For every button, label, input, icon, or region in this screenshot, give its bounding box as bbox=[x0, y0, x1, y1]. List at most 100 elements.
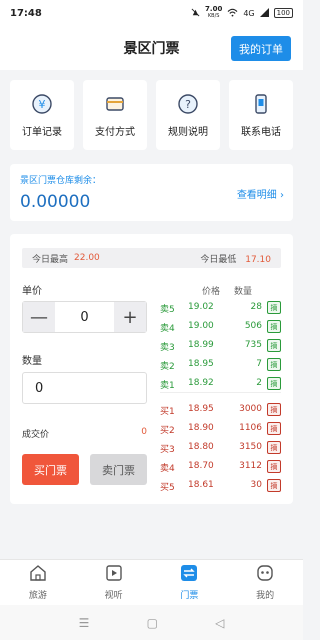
exchange-icon bbox=[180, 564, 198, 585]
view-details-link[interactable]: 查看明细 › bbox=[237, 186, 284, 201]
bid-quantity: 30 bbox=[250, 480, 262, 490]
my-orders-button[interactable]: 我的订单 bbox=[231, 36, 291, 61]
low-value: 17.10 bbox=[245, 254, 271, 265]
deal-price-label: 成交价 bbox=[22, 430, 50, 440]
home-square-icon[interactable]: ▢ bbox=[147, 616, 158, 630]
price-stepper: — 0 + bbox=[22, 301, 147, 333]
bid-quantity: 1106 bbox=[239, 423, 262, 433]
price-label: 单价 bbox=[22, 286, 42, 297]
ask-quantity: 7 bbox=[256, 359, 262, 369]
tab-travel[interactable]: 旅游 bbox=[0, 560, 76, 605]
tab-tickets[interactable]: 门票 bbox=[152, 560, 228, 605]
battery-icon: 100 bbox=[273, 8, 293, 18]
net-speed: 7.00 KB/S bbox=[205, 5, 223, 20]
signal-label: 4G bbox=[243, 8, 255, 18]
ask-label: 卖5 bbox=[160, 305, 175, 315]
low-label: 今日最低 bbox=[200, 254, 237, 265]
low-group: 今日最低 17.10 bbox=[200, 252, 271, 265]
stock-card: 景区门票仓库剩余： 0.00000 查看明细 › bbox=[10, 164, 293, 221]
yen-circle-icon: ¥ bbox=[31, 93, 53, 115]
bid-label: 买3 bbox=[160, 445, 175, 455]
bid-quantity: 3150 bbox=[239, 442, 262, 452]
order-records-button[interactable]: ¥ 订单记录 bbox=[10, 80, 74, 150]
bid-row: 买2 18.90 1106 摘 bbox=[160, 419, 281, 438]
bid-quantity: 3000 bbox=[239, 404, 262, 414]
stock-label: 景区门票仓库剩余： bbox=[20, 176, 102, 186]
pick-button[interactable]: 摘 bbox=[267, 441, 281, 454]
rules-button[interactable]: ? 规则说明 bbox=[156, 80, 220, 150]
contact-phone-button[interactable]: 联系电话 bbox=[229, 80, 293, 150]
bid-label: 买5 bbox=[160, 483, 175, 493]
ask-row: 卖4 19.00 506 摘 bbox=[160, 317, 281, 336]
increase-price-button[interactable]: + bbox=[114, 302, 146, 332]
pick-button[interactable]: 摘 bbox=[267, 339, 281, 352]
phone-icon bbox=[250, 93, 272, 115]
face-icon bbox=[256, 564, 274, 585]
quick-label: 联系电话 bbox=[241, 126, 281, 138]
ask-quantity: 28 bbox=[250, 302, 262, 312]
price-input[interactable]: 0 bbox=[55, 302, 114, 332]
quantity-input[interactable]: 0 bbox=[22, 372, 147, 404]
pick-button[interactable]: 摘 bbox=[267, 422, 281, 435]
bid-row: 卖4 18.70 3112 摘 bbox=[160, 457, 281, 476]
pick-button[interactable]: 摘 bbox=[267, 320, 281, 333]
ask-quantity: 2 bbox=[256, 378, 262, 388]
bid-quantity: 3112 bbox=[239, 461, 262, 471]
price-column-header: 价格 bbox=[202, 287, 221, 297]
stock-value: 0.00000 bbox=[20, 192, 91, 212]
bid-label: 卖4 bbox=[160, 464, 175, 474]
bid-row: 买1 18.95 3000 摘 bbox=[160, 400, 281, 419]
order-book-divider bbox=[160, 392, 281, 393]
status-time: 17:48 bbox=[10, 7, 42, 19]
sell-ticket-button[interactable]: 卖门票 bbox=[90, 454, 147, 485]
tab-audiovisual[interactable]: 视听 bbox=[76, 560, 152, 605]
quick-label: 规则说明 bbox=[168, 126, 208, 138]
view-details-label: 查看明细 bbox=[236, 190, 277, 201]
menu-icon[interactable]: ☰ bbox=[79, 616, 90, 630]
quick-label: 支付方式 bbox=[95, 126, 135, 138]
ask-label: 卖4 bbox=[160, 324, 175, 334]
system-nav-bar: ☰ ▢ ◁ bbox=[0, 605, 303, 640]
pick-button[interactable]: 摘 bbox=[267, 301, 281, 314]
pick-button[interactable]: 摘 bbox=[267, 479, 281, 492]
deal-price-value: 0 bbox=[141, 427, 147, 437]
high-label: 今日最高 bbox=[32, 254, 69, 265]
ask-label: 卖3 bbox=[160, 343, 175, 353]
pick-button[interactable]: 摘 bbox=[267, 460, 281, 473]
home-icon bbox=[29, 564, 47, 585]
wifi-icon bbox=[227, 8, 238, 19]
pick-button[interactable]: 摘 bbox=[267, 377, 281, 390]
pick-button[interactable]: 摘 bbox=[267, 403, 281, 416]
page-title: 景区门票 bbox=[123, 41, 180, 57]
ask-row: 卖1 18.92 2 摘 bbox=[160, 374, 281, 393]
tab-label: 视听 bbox=[104, 591, 123, 601]
signal-icon bbox=[259, 7, 269, 19]
buy-ticket-button[interactable]: 买门票 bbox=[22, 454, 79, 485]
ask-row: 卖5 19.02 28 摘 bbox=[160, 298, 281, 317]
payment-method-button[interactable]: 支付方式 bbox=[83, 80, 147, 150]
high-value: 22.00 bbox=[74, 253, 100, 263]
mute-icon bbox=[191, 8, 200, 19]
back-icon[interactable]: ◁ bbox=[215, 616, 224, 630]
ask-row: 卖3 18.99 735 摘 bbox=[160, 336, 281, 355]
chevron-right-icon: › bbox=[280, 190, 284, 201]
tab-label: 门票 bbox=[180, 591, 199, 601]
ask-label: 卖1 bbox=[160, 381, 175, 391]
page-header: 景区门票 我的订单 bbox=[0, 26, 303, 70]
quick-label: 订单记录 bbox=[22, 126, 62, 138]
tab-mine[interactable]: 我的 bbox=[227, 560, 303, 605]
card-icon bbox=[104, 93, 126, 115]
trade-card: 今日最高 22.00 今日最低 17.10 单价 — 0 + 数量 0 成交价 … bbox=[10, 234, 293, 504]
ask-quantity: 506 bbox=[244, 321, 262, 331]
quantity-column-header: 数量 bbox=[234, 287, 253, 297]
pick-button[interactable]: 摘 bbox=[267, 358, 281, 371]
ask-row: 卖2 18.95 7 摘 bbox=[160, 355, 281, 374]
status-bar: 17:48 7.00 KB/S 4G 100 bbox=[0, 0, 303, 26]
ask-quantity: 735 bbox=[244, 340, 262, 350]
ask-list: 卖5 19.02 28 摘 卖4 19.00 506 摘 卖3 18.99 73… bbox=[160, 298, 281, 393]
tab-label: 我的 bbox=[256, 591, 275, 601]
ask-label: 卖2 bbox=[160, 362, 175, 372]
bid-list: 买1 18.95 3000 摘 买2 18.90 1106 摘 买3 18.80… bbox=[160, 400, 281, 495]
svg-text:¥: ¥ bbox=[39, 98, 46, 111]
decrease-price-button[interactable]: — bbox=[23, 302, 55, 332]
